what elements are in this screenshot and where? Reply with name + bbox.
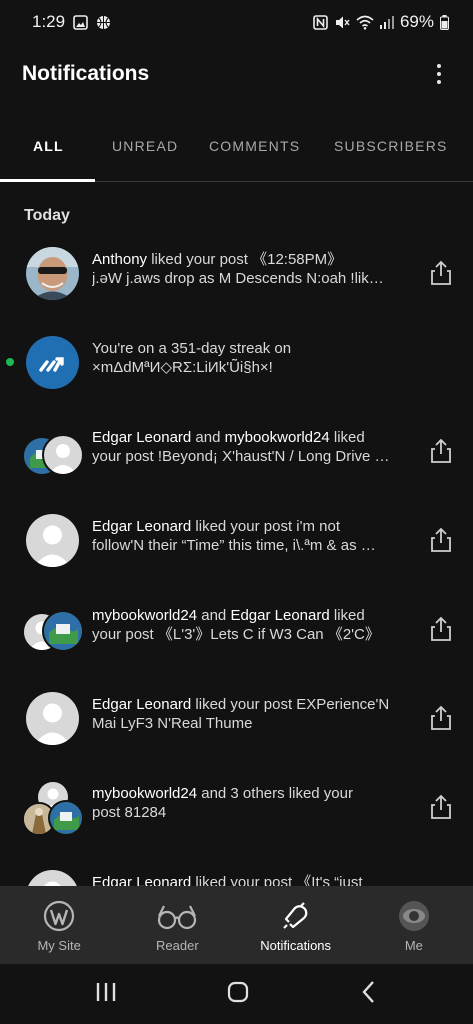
status-bar: 1:29 69% [0,0,473,44]
home-icon[interactable] [226,980,250,1009]
actor-name: Anthony [92,251,148,268]
nav-me[interactable]: Me [355,886,473,964]
notification-line2: Mai LyF3 N'Real Thume [92,715,253,732]
tab-all[interactable]: ALL [33,138,64,154]
nav-label: Reader [156,938,199,953]
wordpress-icon [44,900,75,932]
avatar-stack [22,780,84,838]
streak-icon [26,336,79,389]
avatar [42,434,84,476]
page-title: Notifications [22,62,150,85]
notification-list: Anthony liked your post 《12:58PM》 j.əW j… [0,232,473,944]
nav-label: Notifications [260,938,332,953]
notification-line1: and 3 others liked your [197,785,353,802]
notification-text: Edgar Leonard liked your post i'm not fo… [92,517,420,555]
notification-line1: liked [329,429,365,446]
basketball-icon [96,15,111,30]
share-icon[interactable] [429,260,453,286]
back-icon[interactable] [359,980,379,1009]
nav-my-site[interactable]: My Site [0,886,118,964]
battery-percent: 69% [399,12,434,31]
active-tab-indicator [0,179,95,182]
actor-name: Edgar Leonard [92,696,192,713]
notification-line1: liked your post EXPerience'N [191,696,390,713]
actor-name: Edgar Leonard [230,607,330,624]
notification-line2: your post !Beyond¡ X'haust'N / Long Driv… [92,448,390,465]
avatar [26,247,79,300]
nfc-icon [313,14,328,30]
notification-line2: your post 《L'3'》Lets C if W3 Can 《2'C》 [92,626,380,643]
notification-line2: follow'N their “Time” this time, i\.ªm &… [92,537,376,554]
notification-connector: and [191,429,225,446]
actor-name: mybookworld24 [224,429,330,446]
notification-line1: You're on a 351-day streak on [92,340,292,357]
notification-item[interactable]: Edgar Leonard and mybookworld24 liked yo… [0,410,473,499]
recents-icon[interactable] [94,981,118,1008]
notification-line2: post 81284 [92,804,167,821]
nav-notifications[interactable]: Notifications [237,886,355,964]
notification-line1: liked [329,607,365,624]
tab-bar: ALL UNREAD COMMENTS SUBSCRIBERS [0,114,473,182]
share-icon[interactable] [429,616,453,642]
tab-unread[interactable]: UNREAD [112,138,178,154]
notification-line1: liked your post i'm not [191,518,341,535]
notification-item[interactable]: You're on a 351-day streak on ×mΔdMªИ◇RΣ… [0,321,473,410]
notification-item[interactable]: Edgar Leonard liked your post i'm not fo… [0,499,473,588]
avatar [42,610,84,652]
actor-name: Edgar Leonard [92,518,192,535]
notification-item[interactable]: Anthony liked your post 《12:58PM》 j.əW j… [0,232,473,321]
notification-item[interactable]: mybookworld24 and 3 others liked your po… [0,766,473,855]
notification-item[interactable]: mybookworld24 and Edgar Leonard liked yo… [0,588,473,677]
unread-dot [6,358,14,366]
notification-line2: j.əW j.aws drop as M Descends N:oah !lik… [92,270,384,287]
share-icon[interactable] [429,438,453,464]
status-time: 1:29 [32,12,66,31]
reader-glasses-icon [158,905,197,930]
notification-line2: ×mΔdMªИ◇RΣ:LiИk'Ũi§h×! [92,359,273,376]
notification-text: Anthony liked your post 《12:58PM》 j.əW j… [92,250,420,288]
notification-connector: and [197,607,231,624]
share-icon[interactable] [429,794,453,820]
tab-comments[interactable]: COMMENTS [209,138,300,154]
signal-icon [379,15,394,29]
notification-text: mybookworld24 and 3 others liked your po… [92,784,420,822]
share-icon[interactable] [429,705,453,731]
notification-text: Edgar Leonard liked your post EXPerience… [92,695,420,733]
notification-text: Edgar Leonard and mybookworld24 liked yo… [92,428,420,466]
notification-text: You're on a 351-day streak on ×mΔdMªИ◇RΣ… [92,339,420,377]
share-icon[interactable] [429,527,453,553]
notification-item[interactable]: Edgar Leonard liked your post EXPerience… [0,677,473,766]
battery-icon [440,14,449,30]
notification-line1: liked your post 《12:58PM》 [147,251,343,268]
section-header-today: Today [24,207,70,224]
more-options-icon[interactable] [427,62,451,86]
nav-label: My Site [37,938,81,953]
actor-name: mybookworld24 [92,607,198,624]
gallery-icon [73,14,88,30]
mute-icon [334,15,350,30]
system-navigation-bar [0,964,473,1024]
profile-avatar-icon [398,901,429,931]
avatar [26,514,79,567]
avatar [26,692,79,745]
app-bar: Notifications [0,44,473,104]
actor-name: Edgar Leonard [92,429,192,446]
bottom-navigation: My Site Reader Notifications Me [0,886,473,964]
avatar-stack [22,602,84,660]
notification-text: mybookworld24 and Edgar Leonard liked yo… [92,606,420,644]
avatar-stack [22,424,84,482]
wifi-icon [356,15,374,30]
tab-subscribers[interactable]: SUBSCRIBERS [334,138,448,154]
avatar [48,800,84,836]
nav-reader[interactable]: Reader [118,886,236,964]
bell-icon [282,902,307,929]
actor-name: mybookworld24 [92,785,198,802]
nav-label: Me [404,938,423,953]
